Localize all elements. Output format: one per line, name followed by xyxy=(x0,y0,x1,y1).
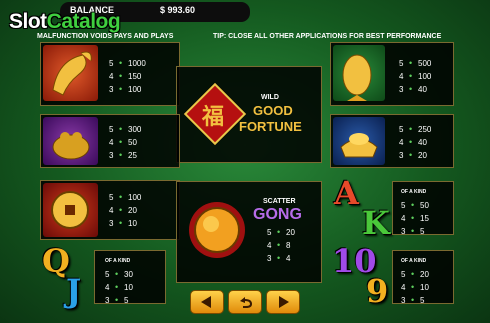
pay-list: 5 • 500 4 • 100 3 • 40 xyxy=(399,58,432,94)
fu-character: 福 xyxy=(202,104,225,130)
pay-list: 5 • 250 4 • 40 3 • 20 xyxy=(399,124,432,160)
arrow-right-icon xyxy=(279,296,289,308)
scatter-name: GONG xyxy=(253,206,302,223)
back-to-game-button[interactable] xyxy=(228,290,262,314)
arrow-left-icon xyxy=(201,296,211,308)
pay-list: 5 • 100 4 • 20 3 • 10 xyxy=(109,192,142,228)
paytable-coin: 5 • 100 4 • 20 3 • 10 xyxy=(40,180,180,240)
pay-list: 5 • 300 4 • 50 3 • 25 xyxy=(109,124,142,160)
prev-page-button[interactable] xyxy=(190,290,224,314)
golden-carp-symbol xyxy=(333,45,385,101)
paytable-koi-left: 5 • 1000 4 • 150 3 • 100 xyxy=(40,42,180,106)
pay-list: OF A KIND 5 • 20 4 • 10 3 • 5 xyxy=(401,258,429,305)
letter-j-symbol: J xyxy=(66,272,82,310)
next-page-button[interactable] xyxy=(266,290,300,314)
money-toad-icon xyxy=(52,132,90,160)
gold-ingot-icon xyxy=(340,133,378,158)
scatter-label: SCATTER xyxy=(263,198,296,205)
wild-name-line1: GOOD xyxy=(253,103,293,118)
gong-icon xyxy=(189,202,245,258)
scatter-pay-list: 5 • 20 4 • 8 3 • 4 xyxy=(267,227,295,263)
pay-list: OF A KIND 5 • 30 4 • 10 3 • 5 xyxy=(105,258,133,305)
letter-k-symbol: K xyxy=(362,204,390,242)
scatter-panel: SCATTER GONG 5 • 20 4 • 8 3 • 4 xyxy=(176,181,322,283)
gold-coin-icon xyxy=(51,191,89,229)
tip-notice: TIP: CLOSE ALL OTHER APPLICATIONS FOR BE… xyxy=(213,33,442,40)
paytable-koi-right: 5 • 500 4 • 100 3 • 40 xyxy=(330,42,454,106)
balance-value: $ 993.60 xyxy=(160,5,196,15)
money-toad-symbol xyxy=(43,117,98,165)
gold-coin-symbol xyxy=(43,183,98,237)
paytable-ten-nine: OF A KIND 5 • 20 4 • 10 3 • 5 xyxy=(392,250,454,305)
carp-icon xyxy=(342,54,372,101)
wild-name-line2: FORTUNE xyxy=(239,119,302,134)
wild-label: WILD xyxy=(261,94,279,101)
golden-fish-icon xyxy=(52,51,92,96)
pay-list: OF A KIND 5 • 50 4 • 15 3 • 5 xyxy=(401,189,429,236)
paytable-ingot: 5 • 250 4 • 40 3 • 20 xyxy=(330,114,454,168)
watermark-logo: SlotCatalog xyxy=(9,10,121,33)
malfunction-notice: MALFUNCTION VOIDS PAYS AND PLAYS xyxy=(37,33,174,40)
return-icon xyxy=(240,297,252,308)
wild-panel: 福 WILD GOOD FORTUNE xyxy=(176,66,322,163)
golden-koi-symbol xyxy=(43,45,98,101)
paytable-toad: 5 • 300 4 • 50 3 • 25 xyxy=(40,114,180,168)
paytable-qj: OF A KIND 5 • 30 4 • 10 3 • 5 xyxy=(94,250,166,305)
letter-nine-symbol: 9 xyxy=(366,272,389,310)
gold-ingot-symbol xyxy=(333,117,385,165)
paytable-ak: OF A KIND 5 • 50 4 • 15 3 • 5 xyxy=(392,181,454,236)
letter-a-symbol: A xyxy=(334,174,359,212)
pay-list: 5 • 1000 4 • 150 3 • 100 xyxy=(109,58,146,94)
